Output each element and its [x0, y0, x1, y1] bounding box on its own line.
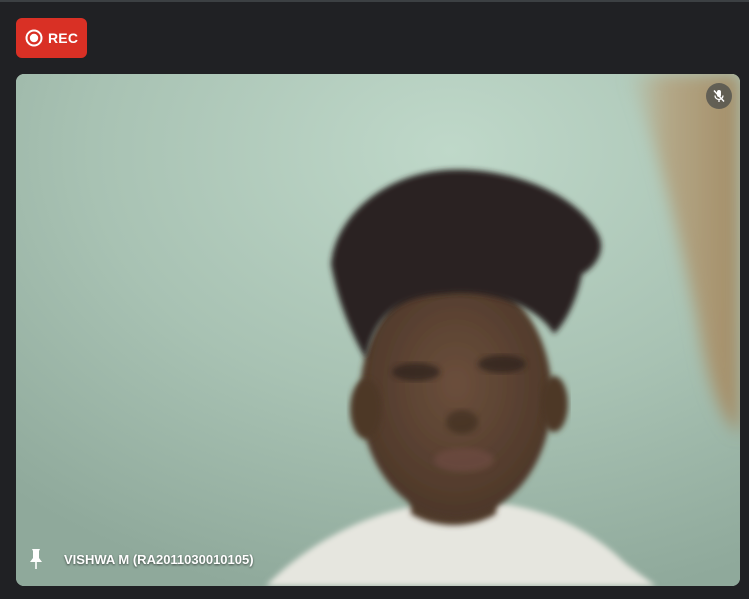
participant-name-label: VISHWA M (RA2011030010105) [64, 552, 254, 567]
record-icon [25, 29, 43, 47]
participant-video-feed [16, 74, 740, 586]
window-top-border [0, 0, 749, 2]
pin-icon[interactable] [28, 548, 44, 570]
participant-video-tile[interactable]: VISHWA M (RA2011030010105) [16, 74, 740, 586]
mic-off-icon [713, 89, 725, 103]
recording-indicator: REC [16, 18, 87, 58]
mic-muted-indicator [706, 83, 732, 109]
recording-label: REC [48, 30, 79, 46]
